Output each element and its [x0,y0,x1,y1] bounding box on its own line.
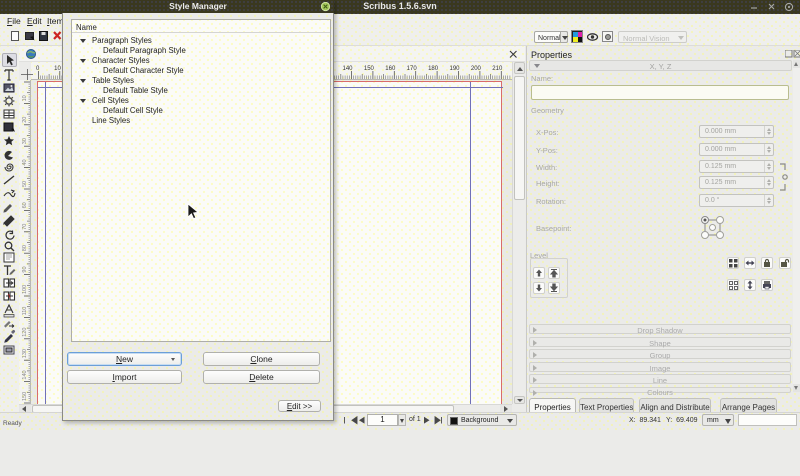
svg-text:200: 200 [471,66,482,72]
svg-text:20: 20 [22,117,28,123]
svg-text:60: 60 [22,202,28,208]
svg-text:160: 160 [385,66,396,72]
svg-text:10: 10 [22,95,28,101]
svg-text:130: 130 [22,349,28,358]
svg-text:0: 0 [36,66,40,72]
svg-text:100: 100 [22,285,28,294]
svg-text:40: 40 [22,159,28,165]
svg-text:150: 150 [364,66,375,72]
svg-text:110: 110 [22,307,28,316]
svg-text:30: 30 [22,138,28,144]
svg-text:70: 70 [22,224,28,230]
svg-text:120: 120 [22,328,28,337]
svg-text:140: 140 [342,66,353,72]
svg-text:10: 10 [54,66,61,72]
svg-text:150: 150 [22,392,28,401]
svg-text:180: 180 [428,66,439,72]
svg-text:190: 190 [449,66,460,72]
svg-text:140: 140 [22,370,28,379]
svg-text:50: 50 [22,181,28,187]
svg-text:170: 170 [407,66,418,72]
svg-text:80: 80 [22,245,28,251]
svg-text:90: 90 [22,266,28,272]
svg-text:210: 210 [492,66,503,72]
